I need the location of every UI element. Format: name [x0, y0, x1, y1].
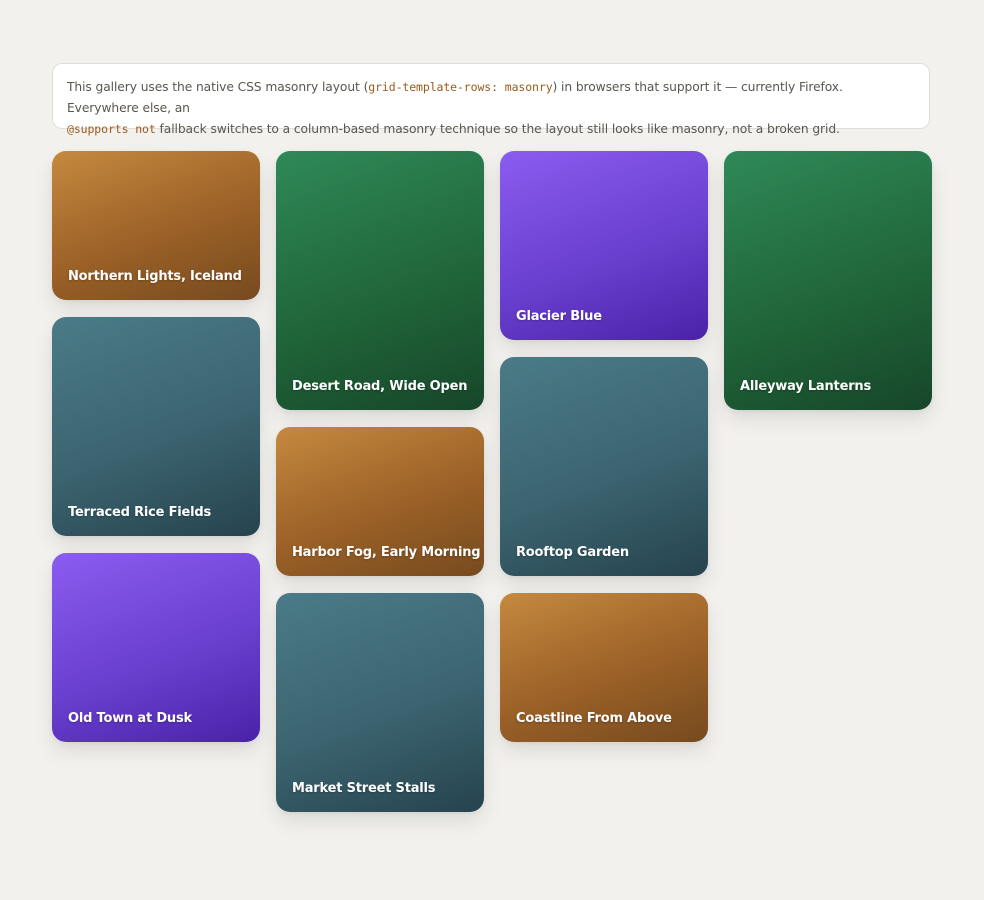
notice-text-1: This gallery uses the native CSS masonry…	[67, 80, 369, 94]
gallery-card-title: Northern Lights, Iceland	[68, 269, 242, 284]
gallery-card[interactable]: Alleyway Lanterns	[724, 151, 932, 410]
notice-code-supports: @supports not	[67, 122, 156, 136]
gallery-card-title: Harbor Fog, Early Morning	[292, 545, 481, 560]
gallery-card[interactable]: Harbor Fog, Early Morning	[276, 427, 484, 576]
gallery-card-title: Rooftop Garden	[516, 545, 629, 560]
gallery-card[interactable]: Rooftop Garden	[500, 357, 708, 576]
notice-text-3: fallback switches to a column-based maso…	[155, 122, 840, 136]
gallery-card[interactable]: Desert Road, Wide Open	[276, 151, 484, 410]
gallery-card[interactable]: Market Street Stalls	[276, 593, 484, 812]
gallery-card[interactable]: Coastline From Above	[500, 593, 708, 742]
masonry-support-notice: This gallery uses the native CSS masonry…	[52, 63, 930, 136]
gallery-card-title: Alleyway Lanterns	[740, 379, 871, 394]
gallery-card[interactable]: Northern Lights, Iceland	[52, 151, 260, 300]
gallery-card[interactable]: Terraced Rice Fields	[52, 317, 260, 536]
gallery-card[interactable]: Glacier Blue	[500, 151, 708, 340]
gallery-card-title: Glacier Blue	[516, 309, 602, 324]
gallery-card-title: Market Street Stalls	[292, 781, 436, 796]
gallery-card-title: Old Town at Dusk	[68, 711, 192, 726]
notice-code-masonry: grid-template-rows: masonry	[368, 80, 553, 94]
gallery-card-title: Terraced Rice Fields	[68, 505, 212, 520]
gallery-card-title: Coastline From Above	[516, 711, 672, 726]
gallery-card-title: Desert Road, Wide Open	[292, 379, 468, 394]
gallery-card[interactable]: Old Town at Dusk	[52, 553, 260, 742]
